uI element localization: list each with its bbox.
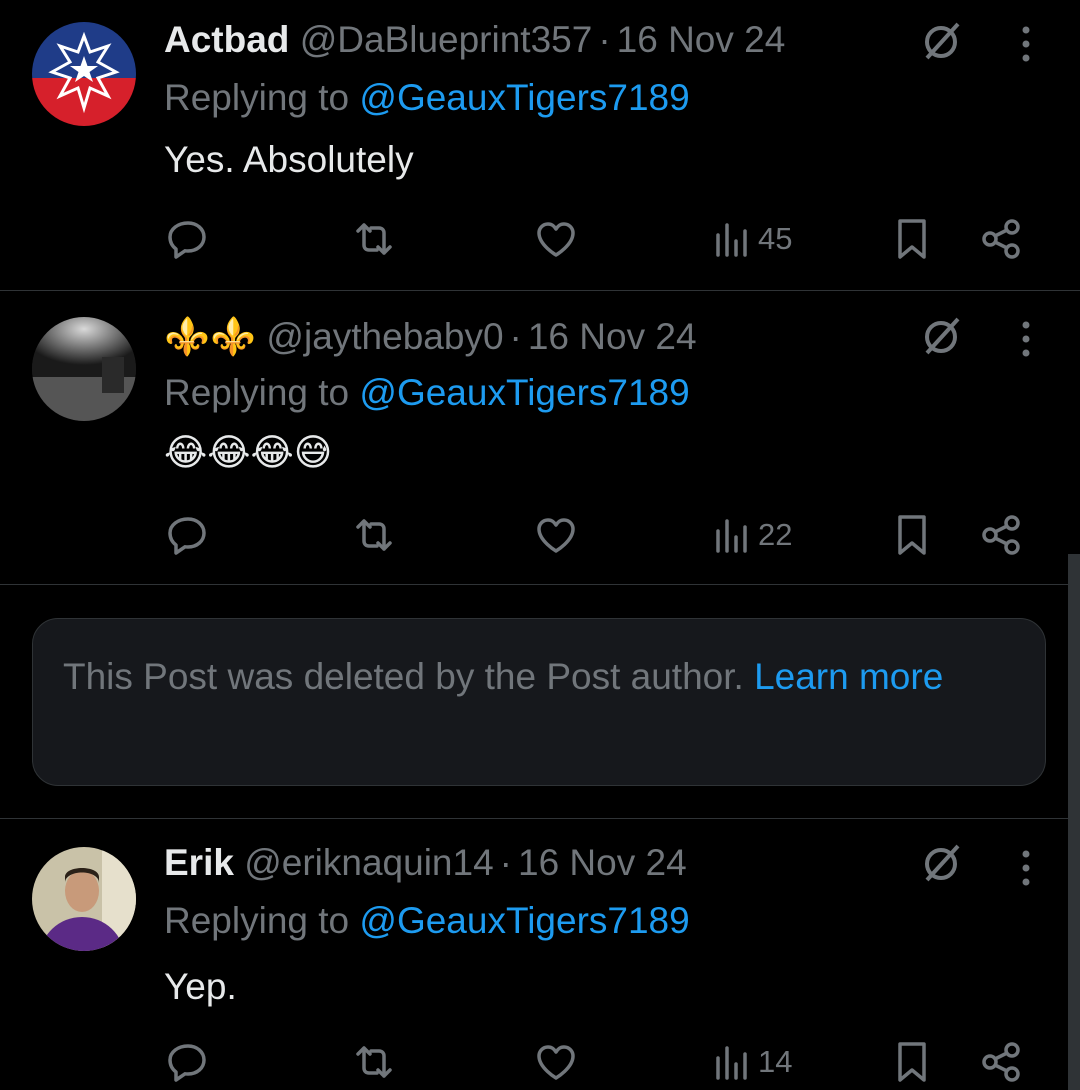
views-button[interactable]: 45 [712,214,792,264]
reply-icon [168,517,206,555]
post-text: 😂😂😂😅 [164,432,333,473]
display-name[interactable]: Erik [164,842,234,883]
reply-icon [168,221,206,259]
views-count: 22 [758,517,793,552]
post-date[interactable]: 16 Nov 24 [518,842,687,883]
bookmark-icon [898,219,926,259]
views-count: 45 [758,221,793,256]
divider [0,584,1080,585]
scrollbar[interactable] [1068,554,1080,1090]
share-icon [982,515,1020,555]
display-name[interactable]: Actbad [164,19,289,60]
share-button[interactable] [980,214,1024,264]
more-icon[interactable] [1016,24,1036,64]
action-bar: 22 [0,510,1080,560]
avatar[interactable] [32,317,136,421]
display-name[interactable]: ⚜️⚜️ [164,316,256,357]
post-date[interactable]: 16 Nov 24 [617,19,786,60]
user-handle[interactable]: @jaythebaby0 [266,316,503,357]
views-icon [716,519,747,553]
reply-icon [168,1044,206,1082]
like-icon [537,518,575,553]
views-button[interactable]: 14 [712,1037,792,1087]
more-icon[interactable] [1016,848,1036,888]
post-header: ⚜️⚜️ @jaythebaby0 · 16 Nov 24 [164,313,697,361]
repost-button[interactable] [350,214,398,264]
post-jaythebaby[interactable]: ⚜️⚜️ @jaythebaby0 · 16 Nov 24 Replying to … [0,291,1080,584]
grok-icon[interactable] [918,313,964,359]
separator: · [499,842,512,883]
repost-button[interactable] [350,1037,398,1087]
post-text: Yep. [164,966,237,1007]
replying-to: Replying to @GeauxTigers7189 [164,369,690,417]
deleted-post-notice: This Post was deleted by the Post author… [32,618,1046,786]
share-button[interactable] [980,1037,1024,1087]
like-button[interactable] [534,214,578,264]
user-handle[interactable]: @eriknaquin14 [244,842,493,883]
juneteenth-flag-avatar [32,22,136,126]
share-icon [982,219,1020,259]
post-actbad[interactable]: Actbad @DaBlueprint357 · 16 Nov 24 Replyin… [0,0,1080,290]
separator: · [598,19,611,60]
post-text: Yes. Absolutely [164,139,414,180]
views-button[interactable]: 22 [712,510,792,560]
share-button[interactable] [980,510,1024,560]
repost-icon [356,519,392,551]
learn-more-link[interactable]: Learn more [754,656,943,697]
views-icon [716,1046,747,1080]
replying-to-handle[interactable]: @GeauxTigers7189 [359,900,689,941]
bookmark-button[interactable] [892,214,932,264]
reply-button[interactable] [166,510,210,560]
replying-to-handle[interactable]: @GeauxTigers7189 [359,372,689,413]
avatar[interactable] [32,847,136,951]
views-count: 14 [758,1044,793,1079]
replying-to-label: Replying to [164,372,350,413]
post-header: Erik @eriknaquin14 · 16 Nov 24 [164,839,687,887]
bookmark-button[interactable] [892,1037,932,1087]
post-date[interactable]: 16 Nov 24 [528,316,697,357]
replying-to-handle[interactable]: @GeauxTigers7189 [359,77,689,118]
repost-icon [356,223,392,255]
share-icon [982,1042,1020,1082]
replying-to: Replying to @GeauxTigers7189 [164,897,690,945]
night-photo-avatar [32,317,136,421]
like-button[interactable] [534,1037,578,1087]
separator: · [509,316,522,357]
grok-icon[interactable] [918,18,964,64]
reply-button[interactable] [166,214,210,264]
action-bar: 45 [0,214,1080,264]
like-icon [537,1045,575,1080]
replying-to-label: Replying to [164,900,350,941]
avatar[interactable] [32,22,136,126]
post-header: Actbad @DaBlueprint357 · 16 Nov 24 [164,16,785,64]
deleted-notice-message: This Post was deleted by the Post author… [63,656,744,697]
repost-icon [356,1046,392,1078]
action-bar: 14 [0,1037,1080,1087]
repost-button[interactable] [350,510,398,560]
deleted-notice-text: This Post was deleted by the Post author… [63,649,1023,705]
views-icon [716,223,747,257]
reply-button[interactable] [166,1037,210,1087]
post-erik[interactable]: Erik @eriknaquin14 · 16 Nov 24 Replying to… [0,819,1080,1090]
like-icon [537,222,575,257]
bookmark-icon [898,515,926,555]
bookmark-button[interactable] [892,510,932,560]
more-icon[interactable] [1016,319,1036,359]
person-photo-avatar [32,847,136,951]
like-button[interactable] [534,510,578,560]
grok-icon[interactable] [918,840,964,886]
replying-to-label: Replying to [164,77,350,118]
replying-to: Replying to @GeauxTigers7189 [164,74,690,122]
bookmark-icon [898,1042,926,1082]
user-handle[interactable]: @DaBlueprint357 [300,19,593,60]
